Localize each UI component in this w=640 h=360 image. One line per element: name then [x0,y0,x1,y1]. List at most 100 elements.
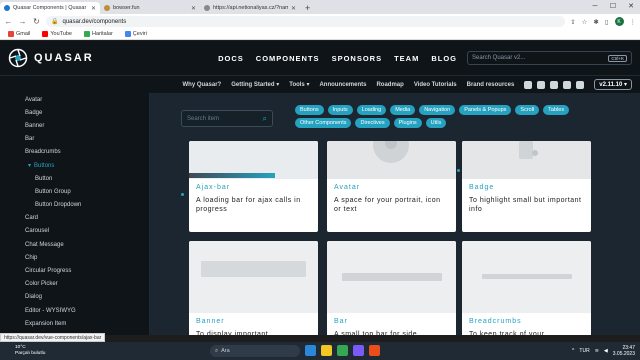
sidebar-item-chip[interactable]: Chip [0,251,149,264]
sidebar-item-button-dropdown[interactable]: Button Dropdown [0,199,149,212]
github-icon[interactable] [524,80,533,89]
quasar-favicon-icon [4,5,10,11]
chip-utils[interactable]: Utils [425,118,447,128]
chip-plugins[interactable]: Plugins [393,118,422,128]
discord-icon[interactable] [537,80,546,89]
chrome-icon[interactable] [337,345,348,356]
sidebar-item-badge[interactable]: Badge [0,106,149,119]
close-tab-icon[interactable]: ✕ [291,5,296,12]
component-card-ajax-bar[interactable]: Ajax-bar A loading bar for ajax calls in… [189,141,318,232]
nav-blog[interactable]: BLOG [431,54,457,63]
app-icon[interactable] [369,345,380,356]
nav-docs[interactable]: DOCS [218,54,244,63]
subnav-announcements[interactable]: Announcements [319,82,366,88]
nav-components[interactable]: COMPONENTS [256,54,320,63]
sidebar-item-button[interactable]: Button [0,172,149,185]
site-search-input[interactable]: Search Quasar v2... Ctrl+K [467,51,632,65]
subnav-why-quasar[interactable]: Why Quasar? [183,82,222,88]
volume-icon[interactable]: ◀ [604,348,608,354]
system-clock[interactable]: 23:47 3.05.2023 [613,345,635,357]
version-select[interactable]: v2.11.10 ▾ [594,79,632,90]
browser-tab[interactable]: Quasar Components | Quasar Fr ✕ [0,2,100,14]
forum-icon[interactable] [550,80,559,89]
sidebar-item-avatar[interactable]: Avatar [0,93,149,106]
address-bar[interactable]: 🔒 quasar.dev/components [46,16,566,27]
back-icon[interactable]: ← [4,17,13,26]
component-card-breadcrumbs[interactable]: Breadcrumbs To keep track of your [462,241,591,335]
subnav-getting-started[interactable]: Getting Started ▾ [231,81,279,88]
component-card-badge[interactable]: Badge To highlight small but important i… [462,141,591,232]
maximize-icon[interactable]: ☐ [604,0,622,12]
weather-widget[interactable]: 10°C Parçalı bulutlu [15,345,45,357]
sidebar-item-carousel[interactable]: Carousel [0,225,149,238]
sidebar-item-circular-progress[interactable]: Circular Progress [0,264,149,277]
subnav-roadmap[interactable]: Roadmap [376,82,403,88]
sidepanel-icon[interactable]: ▯ [605,18,609,26]
taskbar-search[interactable]: ⌕ Ara [210,345,300,357]
chip-buttons[interactable]: Buttons [295,105,324,115]
bookmark-youtube[interactable]: YouTube [42,31,72,37]
share-icon[interactable]: ⇪ [570,18,575,26]
menu-icon[interactable]: ⋮ [630,18,637,26]
bookmark-gmail[interactable]: Gmail [8,31,30,37]
component-card-avatar[interactable]: Avatar A space for your portrait, icon o… [327,141,456,232]
components-sidebar: Avatar Badge Banner Bar Breadcrumbs Butt… [0,93,150,335]
nav-team[interactable]: TEAM [394,54,419,63]
subnav-video-tutorials[interactable]: Video Tutorials [414,82,457,88]
components-main: Search item ⌕ Buttons Inputs Loading Med… [150,93,640,335]
bookmark-star-icon[interactable]: ☆ [582,18,588,26]
component-card-banner[interactable]: Banner To display important [189,241,318,335]
extensions-icon[interactable]: ✱ [593,18,598,26]
tray-chevron-icon[interactable]: ^ [572,348,574,354]
sidebar-item-buttons[interactable]: Buttons [0,159,149,172]
avatar-placeholder-icon [373,141,409,163]
browser-tab[interactable]: bowser.fun ✕ [100,2,200,14]
chip-panels-popups[interactable]: Panels & Popups [459,105,512,115]
sidebar-item-editor[interactable]: Editor - WYSIWYG [0,304,149,317]
site-subnav: Why Quasar? Getting Started ▾ Tools ▾ An… [0,75,640,93]
close-tab-icon[interactable]: ✕ [91,5,96,12]
sidebar-item-dialog[interactable]: Dialog [0,291,149,304]
close-tab-icon[interactable]: ✕ [191,5,196,12]
sidebar-item-expansion-item[interactable]: Expansion Item [0,317,149,330]
quasar-logo[interactable]: QUASAR [8,48,94,68]
chip-loading[interactable]: Loading [356,105,387,115]
subnav-brand-resources[interactable]: Brand resources [467,82,515,88]
sidebar-item-bar[interactable]: Bar [0,133,149,146]
language-indicator[interactable]: TUR [579,348,589,354]
wifi-icon[interactable]: ≋ [595,348,599,354]
chip-other-components[interactable]: Other Components [295,118,352,128]
new-tab-icon[interactable]: + [300,2,315,14]
close-window-icon[interactable]: ✕ [622,0,640,12]
chip-media[interactable]: Media [390,105,416,115]
maps-icon [84,31,90,37]
profile-avatar[interactable]: K [614,17,624,26]
chip-navigation[interactable]: Navigation [419,105,456,115]
sidebar-item-button-group[interactable]: Button Group [0,185,149,198]
facebook-icon[interactable] [576,80,585,89]
chip-directives[interactable]: Directives [355,118,390,128]
sidebar-item-breadcrumbs[interactable]: Breadcrumbs [0,146,149,159]
windows-start-icon[interactable] [305,345,316,356]
forward-icon[interactable]: → [18,17,27,26]
item-search-input[interactable]: Search item ⌕ [181,110,273,127]
sidebar-item-card[interactable]: Card [0,212,149,225]
component-card-bar[interactable]: Bar A small top bar for side [327,241,456,335]
nav-sponsors[interactable]: SPONSORS [332,54,383,63]
sidebar-item-chat-message[interactable]: Chat Message [0,238,149,251]
chip-tables[interactable]: Tables [543,105,570,115]
chip-scroll[interactable]: Scroll [515,105,540,115]
bookmark-maps[interactable]: Haritalar [84,31,113,37]
store-icon[interactable] [353,345,364,356]
chip-inputs[interactable]: Inputs [327,105,353,115]
reload-icon[interactable]: ↻ [32,17,41,26]
sidebar-item-banner[interactable]: Banner [0,119,149,132]
sidebar-item-color-picker[interactable]: Color Picker [0,278,149,291]
twitter-icon[interactable] [563,80,572,89]
taskbar-apps [305,345,380,356]
minimize-icon[interactable]: ─ [586,0,604,12]
browser-tab[interactable]: https://api.netionaliyas.cz/?name= ✕ [200,2,300,14]
file-explorer-icon[interactable] [321,345,332,356]
subnav-tools[interactable]: Tools ▾ [289,81,309,88]
bookmark-translate[interactable]: Çeviri [124,31,147,37]
